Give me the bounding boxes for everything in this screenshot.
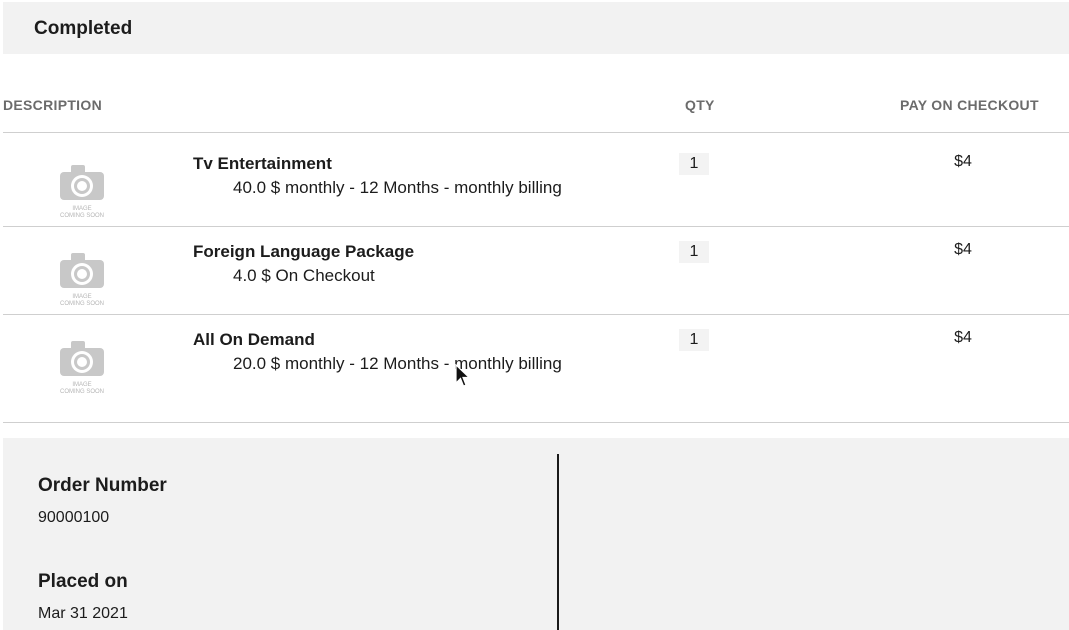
item-name: All On Demand (193, 330, 315, 349)
table-row: IMAGE COMING SOON Tv Entertainment 40.0 … (3, 138, 1069, 227)
placeholder-line1: IMAGE (72, 382, 91, 388)
placeholder-line1: IMAGE (72, 206, 91, 212)
product-image-placeholder: IMAGE COMING SOON (56, 248, 108, 308)
camera-icon: IMAGE COMING SOON (60, 341, 104, 395)
item-name: Tv Entertainment (193, 154, 332, 173)
placeholder-line1: IMAGE (72, 294, 91, 300)
column-header-qty: QTY (685, 97, 715, 113)
status-bar: Completed (3, 2, 1069, 54)
item-price: $4 (954, 241, 972, 258)
order-number-label: Order Number (38, 475, 167, 496)
product-image-placeholder: IMAGE COMING SOON (56, 336, 108, 396)
table-row: IMAGE COMING SOON All On Demand 20.0 $ m… (3, 314, 1069, 423)
placeholder-line2: COMING SOON (60, 301, 104, 307)
item-detail: 20.0 $ monthly - 12 Months - monthly bil… (233, 354, 562, 373)
column-header-pay-on-checkout: PAY ON CHECKOUT (900, 97, 1039, 113)
item-qty: 1 (679, 329, 709, 351)
item-price: $4 (954, 153, 972, 170)
order-summary-panel: Order Number 90000100 Placed on Mar 31 2… (3, 438, 1069, 630)
placeholder-line2: COMING SOON (60, 389, 104, 395)
item-qty: 1 (679, 153, 709, 175)
mouse-cursor-icon (455, 364, 471, 387)
item-detail: 4.0 $ On Checkout (233, 266, 375, 285)
item-price: $4 (954, 329, 972, 346)
placed-on-label: Placed on (38, 571, 128, 592)
table-header: DESCRIPTION QTY PAY ON CHECKOUT (3, 84, 1069, 133)
status-title: Completed (34, 18, 133, 39)
product-image-placeholder: IMAGE COMING SOON (56, 160, 108, 220)
summary-divider (557, 454, 559, 630)
placed-on-value: Mar 31 2021 (38, 605, 128, 622)
camera-icon: IMAGE COMING SOON (60, 165, 104, 219)
table-row: IMAGE COMING SOON Foreign Language Packa… (3, 226, 1069, 315)
item-name: Foreign Language Package (193, 242, 415, 261)
column-header-description: DESCRIPTION (3, 97, 102, 113)
item-detail: 40.0 $ monthly - 12 Months - monthly bil… (233, 178, 562, 197)
order-number-value: 90000100 (38, 509, 110, 526)
item-qty: 1 (679, 241, 709, 263)
placeholder-line2: COMING SOON (60, 213, 104, 219)
camera-icon: IMAGE COMING SOON (60, 253, 104, 307)
